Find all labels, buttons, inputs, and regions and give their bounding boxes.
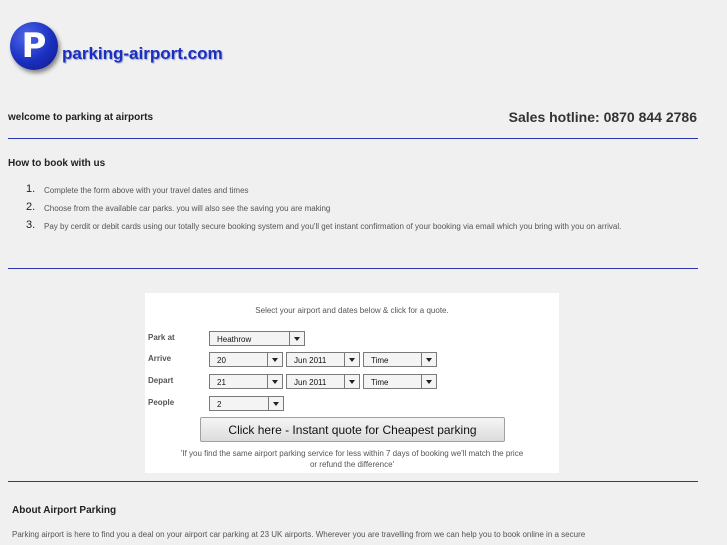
list-item: 2. Choose from the available car parks. y…: [26, 201, 331, 213]
list-item: 3. Pay by cerdit or debit cards using our…: [26, 219, 622, 231]
chevron-down-icon: [267, 353, 282, 366]
airport-select[interactable]: Heathrow: [209, 331, 305, 346]
form-intro: Select your airport and dates below & cl…: [255, 306, 449, 315]
steps-list: 1. Complete the form above with your trav…: [22, 183, 702, 239]
chevron-down-icon: [344, 353, 359, 366]
depart-label: Depart: [148, 376, 174, 385]
arrive-time-select[interactable]: Time: [363, 352, 437, 367]
chevron-down-icon: [344, 375, 359, 388]
how-to-book-title: How to book with us: [8, 158, 106, 169]
arrive-day-select[interactable]: 20: [209, 352, 283, 367]
people-label: People: [148, 398, 175, 407]
instant-quote-button[interactable]: Click here - Instant quote for Cheapest …: [200, 417, 505, 442]
list-item: 1. Complete the form above with your trav…: [26, 183, 249, 195]
park-at-label: Park at: [148, 333, 175, 342]
logo-icon[interactable]: P: [10, 22, 58, 70]
depart-time-select[interactable]: Time: [363, 374, 437, 389]
chevron-down-icon: [421, 353, 436, 366]
depart-month-select[interactable]: Jun 2011: [286, 374, 360, 389]
chevron-down-icon: [268, 397, 283, 410]
about-title: About Airport Parking: [12, 505, 117, 516]
arrive-month-select[interactable]: Jun 2011: [286, 352, 360, 367]
divider: [8, 138, 698, 139]
site-name[interactable]: parking-airport.com: [62, 44, 223, 64]
about-text: Parking airport is here to find you a de…: [12, 530, 586, 539]
arrive-label: Arrive: [148, 354, 172, 363]
chevron-down-icon: [267, 375, 282, 388]
price-match-guarantee: 'If you find the same airport parking se…: [180, 449, 524, 469]
divider: [8, 481, 698, 482]
people-select[interactable]: 2: [209, 396, 284, 411]
divider: [8, 268, 698, 269]
chevron-down-icon: [289, 332, 304, 345]
sales-hotline: Sales hotline: 0870 844 2786: [508, 109, 697, 125]
chevron-down-icon: [421, 375, 436, 388]
booking-form: Select your airport and dates below & cl…: [145, 293, 559, 473]
depart-day-select[interactable]: 21: [209, 374, 283, 389]
welcome-text: welcome to parking at airports: [8, 112, 154, 123]
